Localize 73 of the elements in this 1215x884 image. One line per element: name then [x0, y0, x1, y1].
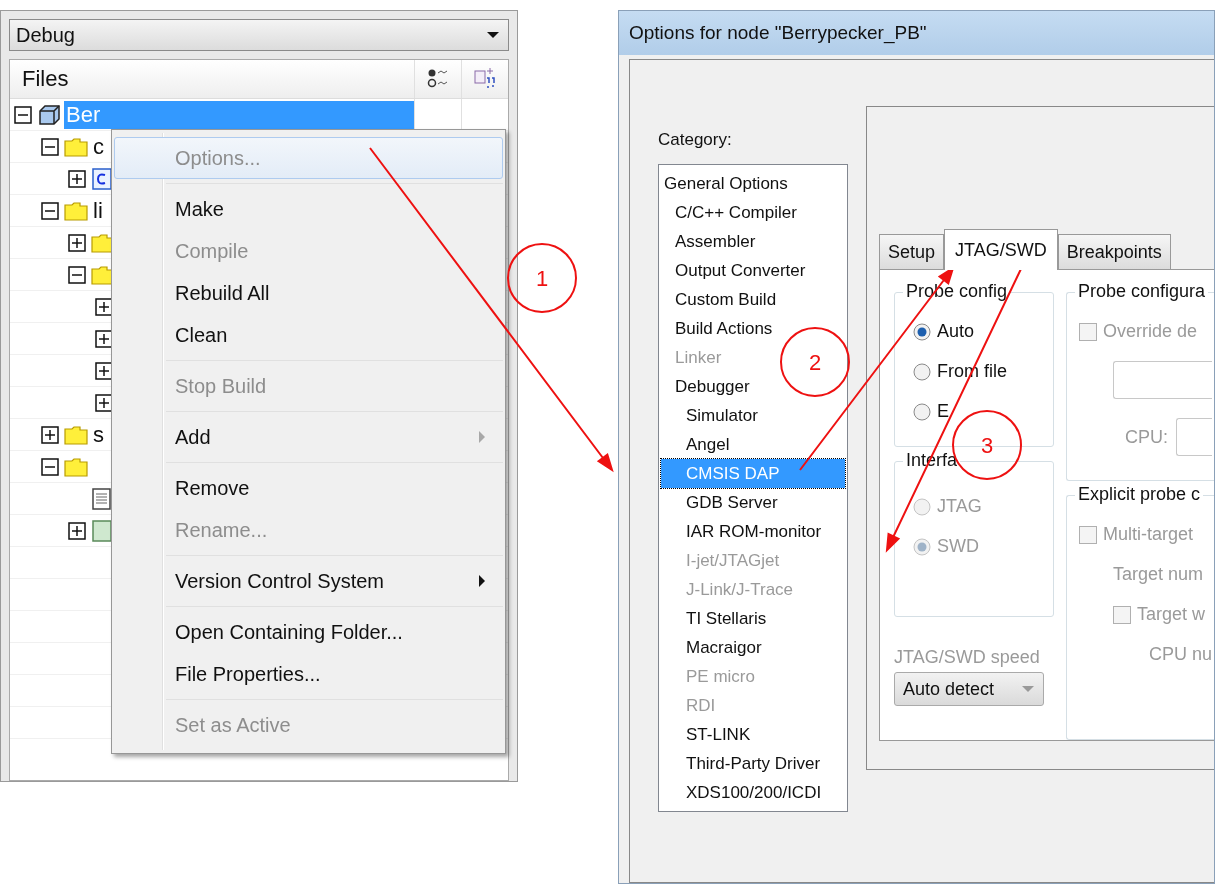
checkbox-label: Target w — [1137, 604, 1206, 625]
menu-item[interactable]: Open Containing Folder... — [114, 611, 503, 653]
cpu-number-label: CPU nu — [1148, 644, 1213, 665]
radio-label: JTAG — [937, 496, 982, 517]
tree-item[interactable]: li — [91, 196, 105, 225]
expand-icon[interactable] — [95, 329, 113, 348]
tab[interactable]: Setup — [879, 234, 945, 269]
collapse-icon[interactable] — [41, 457, 59, 476]
menu-item[interactable]: Make — [114, 188, 503, 230]
tab[interactable]: JTAG/SWD — [944, 229, 1058, 270]
expand-icon[interactable] — [68, 233, 86, 252]
folder-icon — [63, 455, 89, 478]
menu-item[interactable]: Clean — [114, 314, 503, 356]
expand-icon[interactable] — [41, 425, 59, 444]
dialog-title: Options for node "Berrypecker_PB" — [619, 11, 1214, 55]
step-marker: 2 — [780, 327, 850, 397]
folder-icon — [63, 199, 89, 222]
files-header: Files — [21, 65, 70, 93]
group-title: Probe configura — [1075, 281, 1209, 302]
target-number-label: Target num — [1112, 564, 1205, 585]
category-item[interactable]: Third-Party Driver — [661, 749, 825, 778]
expand-icon[interactable] — [95, 361, 113, 380]
step-marker: 1 — [507, 243, 577, 313]
category-item[interactable]: ST-LINK — [661, 720, 755, 749]
radio-label: Auto — [937, 321, 975, 342]
dropdown-arrow-icon — [1021, 685, 1035, 693]
category-item[interactable]: C/C++ Compiler — [661, 198, 801, 227]
category-item[interactable]: General Options — [661, 169, 792, 198]
folder-icon — [63, 423, 89, 446]
cube-icon — [36, 103, 62, 126]
checkbox-label: Override de — [1103, 321, 1198, 342]
menu-item[interactable]: Add — [114, 416, 503, 458]
category-item[interactable]: Assembler — [661, 227, 760, 256]
configuration-dropdown[interactable]: Debug — [9, 19, 509, 51]
menu-item[interactable]: File Properties... — [114, 653, 503, 695]
group-title: Explicit probe c — [1075, 484, 1204, 505]
radio-button[interactable] — [913, 402, 931, 421]
expand-icon[interactable] — [68, 521, 86, 540]
collapse-icon[interactable] — [14, 105, 32, 124]
tab[interactable]: Breakpoints — [1057, 234, 1171, 269]
binary-file-icon[interactable] — [473, 67, 497, 91]
cpu-label: CPU: — [1125, 426, 1168, 448]
category-item[interactable]: TI Stellaris — [661, 604, 771, 633]
collapse-icon[interactable] — [41, 137, 59, 156]
expand-icon[interactable] — [95, 297, 113, 316]
collapse-icon[interactable] — [68, 265, 86, 284]
checkbox-label: Multi-target — [1103, 524, 1194, 545]
tree-item[interactable]: s — [91, 420, 106, 449]
tree-item[interactable]: c — [91, 132, 106, 161]
expand-icon[interactable] — [95, 393, 113, 412]
radio-label: E — [937, 401, 949, 422]
radio-button[interactable] — [913, 322, 931, 341]
category-item[interactable]: Custom Build — [661, 285, 781, 314]
radio-button[interactable] — [913, 362, 931, 381]
category-label: Category: — [658, 130, 733, 150]
category-item[interactable]: Angel — [661, 430, 734, 459]
radio-label: SWD — [937, 536, 979, 557]
menu-item[interactable]: Rebuild All — [114, 272, 503, 314]
speed-label: JTAG/SWD speed — [894, 647, 1041, 668]
category-item[interactable]: Build Actions — [661, 314, 777, 343]
category-item[interactable]: Macraigor — [661, 633, 766, 662]
category-item[interactable]: XDS100/200/ICDI — [661, 778, 826, 807]
menu-item[interactable]: Remove — [114, 467, 503, 509]
category-item[interactable]: Output Converter — [661, 256, 810, 285]
category-item[interactable]: Simulator — [661, 401, 762, 430]
collapse-icon[interactable] — [41, 201, 59, 220]
expand-icon[interactable] — [68, 169, 86, 188]
category-item[interactable]: IAR ROM-monitor — [661, 517, 826, 546]
menu-item[interactable]: Version Control System — [114, 560, 503, 602]
category-item[interactable]: Debugger — [661, 372, 754, 401]
dropdown-arrow-icon — [486, 31, 500, 39]
folder-icon — [63, 135, 89, 158]
category-item[interactable]: GDB Server — [661, 488, 782, 517]
